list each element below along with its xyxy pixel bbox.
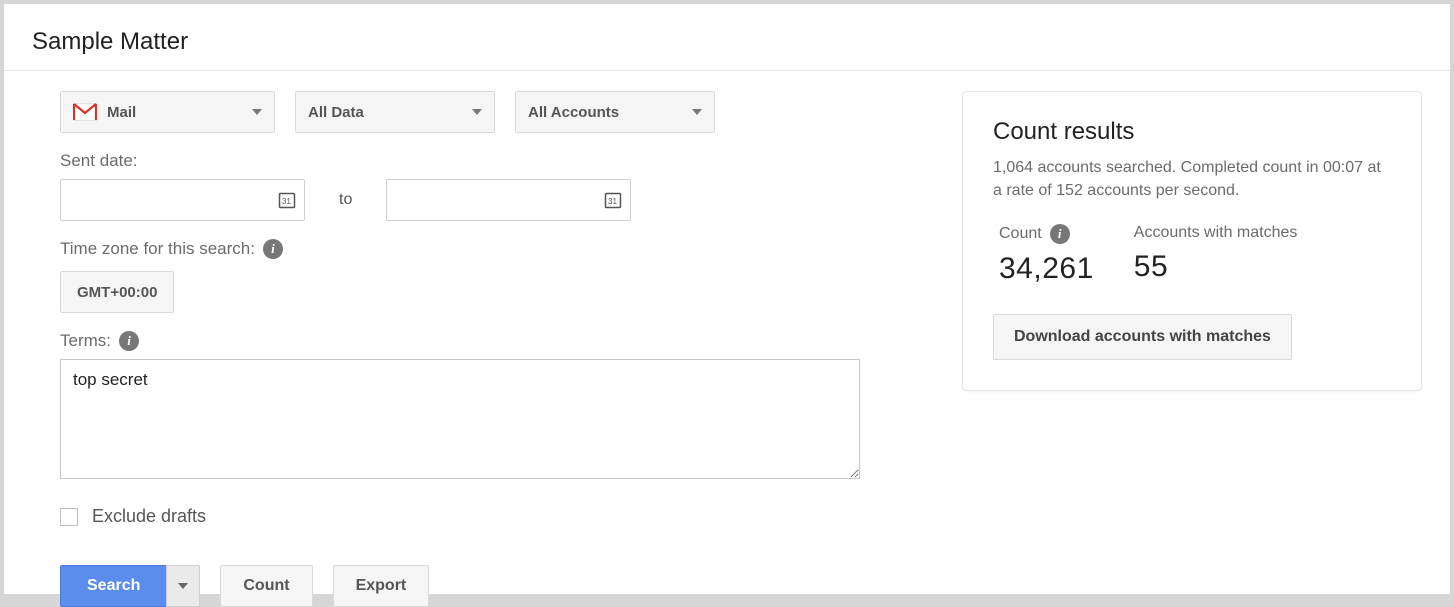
- count-label-row: Count i: [999, 224, 1094, 244]
- timezone-button[interactable]: GMT+00:00: [60, 271, 174, 313]
- mail-icon: Mail: [73, 103, 136, 121]
- count-button[interactable]: Count: [220, 565, 312, 607]
- metric-count: Count i 34,261: [999, 224, 1094, 286]
- terms-label: Terms:: [60, 331, 111, 351]
- sent-date-to-input[interactable]: 31: [386, 179, 631, 221]
- accounts-label: All Accounts: [528, 104, 619, 121]
- accounts-dropdown[interactable]: All Accounts: [515, 91, 715, 133]
- svg-text:31: 31: [282, 197, 291, 206]
- download-accounts-button[interactable]: Download accounts with matches: [993, 314, 1292, 360]
- calendar-icon: 31: [604, 191, 622, 209]
- timezone-label-row: Time zone for this search: i: [60, 239, 922, 259]
- filter-row: Mail All Data All Accounts: [60, 91, 922, 133]
- results-summary: 1,064 accounts searched. Completed count…: [993, 156, 1391, 202]
- exclude-drafts-label: Exclude drafts: [92, 506, 206, 527]
- date-to-word: to: [339, 191, 352, 209]
- exclude-drafts-row: Exclude drafts: [60, 506, 922, 527]
- search-form: Mail All Data All Accounts Sent date:: [60, 91, 922, 607]
- results-title: Count results: [993, 118, 1391, 146]
- calendar-icon: 31: [278, 191, 296, 209]
- sent-date-from-input[interactable]: 31: [60, 179, 305, 221]
- chevron-down-icon: [178, 583, 188, 589]
- svg-text:31: 31: [608, 197, 617, 206]
- timezone-label: Time zone for this search:: [60, 239, 255, 259]
- search-button[interactable]: Search: [60, 565, 166, 607]
- info-icon[interactable]: i: [1050, 224, 1070, 244]
- count-label: Count: [999, 225, 1042, 243]
- sent-date-label: Sent date:: [60, 151, 922, 171]
- data-scope-label: All Data: [308, 104, 364, 121]
- action-row: Search Count Export: [60, 565, 922, 607]
- sent-date-row: 31 to 31: [60, 179, 922, 221]
- metrics-row: Count i 34,261 Accounts with matches 55: [993, 224, 1391, 286]
- export-button[interactable]: Export: [333, 565, 430, 607]
- page-title: Sample Matter: [32, 28, 1422, 56]
- accounts-with-matches-label: Accounts with matches: [1134, 224, 1298, 242]
- divider: [4, 70, 1450, 71]
- chevron-down-icon: [252, 109, 262, 115]
- content-area: Mail All Data All Accounts Sent date:: [32, 91, 1422, 607]
- vault-search-page: Sample Matter Mail: [4, 4, 1450, 594]
- count-results-panel: Count results 1,064 accounts searched. C…: [962, 91, 1422, 391]
- chevron-down-icon: [692, 109, 702, 115]
- terms-input[interactable]: [60, 359, 860, 479]
- exclude-drafts-checkbox[interactable]: [60, 508, 78, 526]
- info-icon[interactable]: i: [263, 239, 283, 259]
- search-more-button[interactable]: [166, 565, 200, 607]
- accounts-with-matches-value: 55: [1134, 250, 1298, 284]
- gmail-icon: [73, 103, 97, 121]
- count-value: 34,261: [999, 252, 1094, 286]
- results-column: Count results 1,064 accounts searched. C…: [962, 91, 1422, 607]
- search-split-button: Search: [60, 565, 200, 607]
- terms-label-row: Terms: i: [60, 331, 922, 351]
- service-dropdown[interactable]: Mail: [60, 91, 275, 133]
- chevron-down-icon: [472, 109, 482, 115]
- data-scope-dropdown[interactable]: All Data: [295, 91, 495, 133]
- service-label: Mail: [107, 104, 136, 121]
- info-icon[interactable]: i: [119, 331, 139, 351]
- metric-accounts: Accounts with matches 55: [1134, 224, 1298, 286]
